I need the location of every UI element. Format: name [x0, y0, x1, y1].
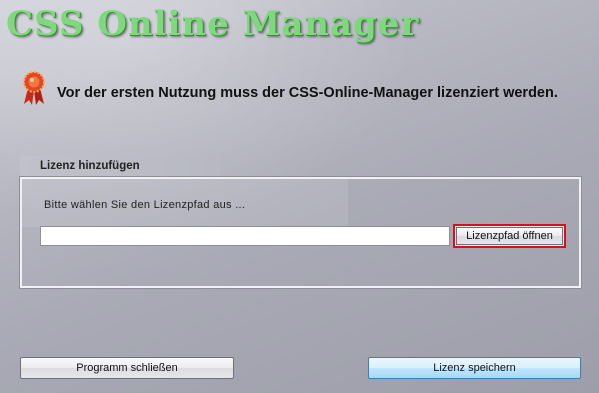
- open-license-path-label: Lizenzpfad öffnen: [456, 227, 563, 245]
- app-title: CSS Online Manager: [6, 4, 420, 44]
- close-program-button[interactable]: Programm schließen: [20, 357, 234, 379]
- license-group-label: Lizenz hinzufügen: [20, 156, 220, 176]
- license-path-input[interactable]: [40, 226, 450, 246]
- license-notice-text: Vor der ersten Nutzung muss der CSS-Onli…: [57, 85, 558, 101]
- license-path-instruction: Bitte wählen Sie den Lizenzpfad aus ...: [44, 199, 246, 211]
- save-license-button[interactable]: Lizenz speichern: [368, 357, 581, 379]
- award-ribbon-icon: [23, 71, 45, 105]
- open-license-path-button[interactable]: Lizenzpfad öffnen: [453, 224, 566, 248]
